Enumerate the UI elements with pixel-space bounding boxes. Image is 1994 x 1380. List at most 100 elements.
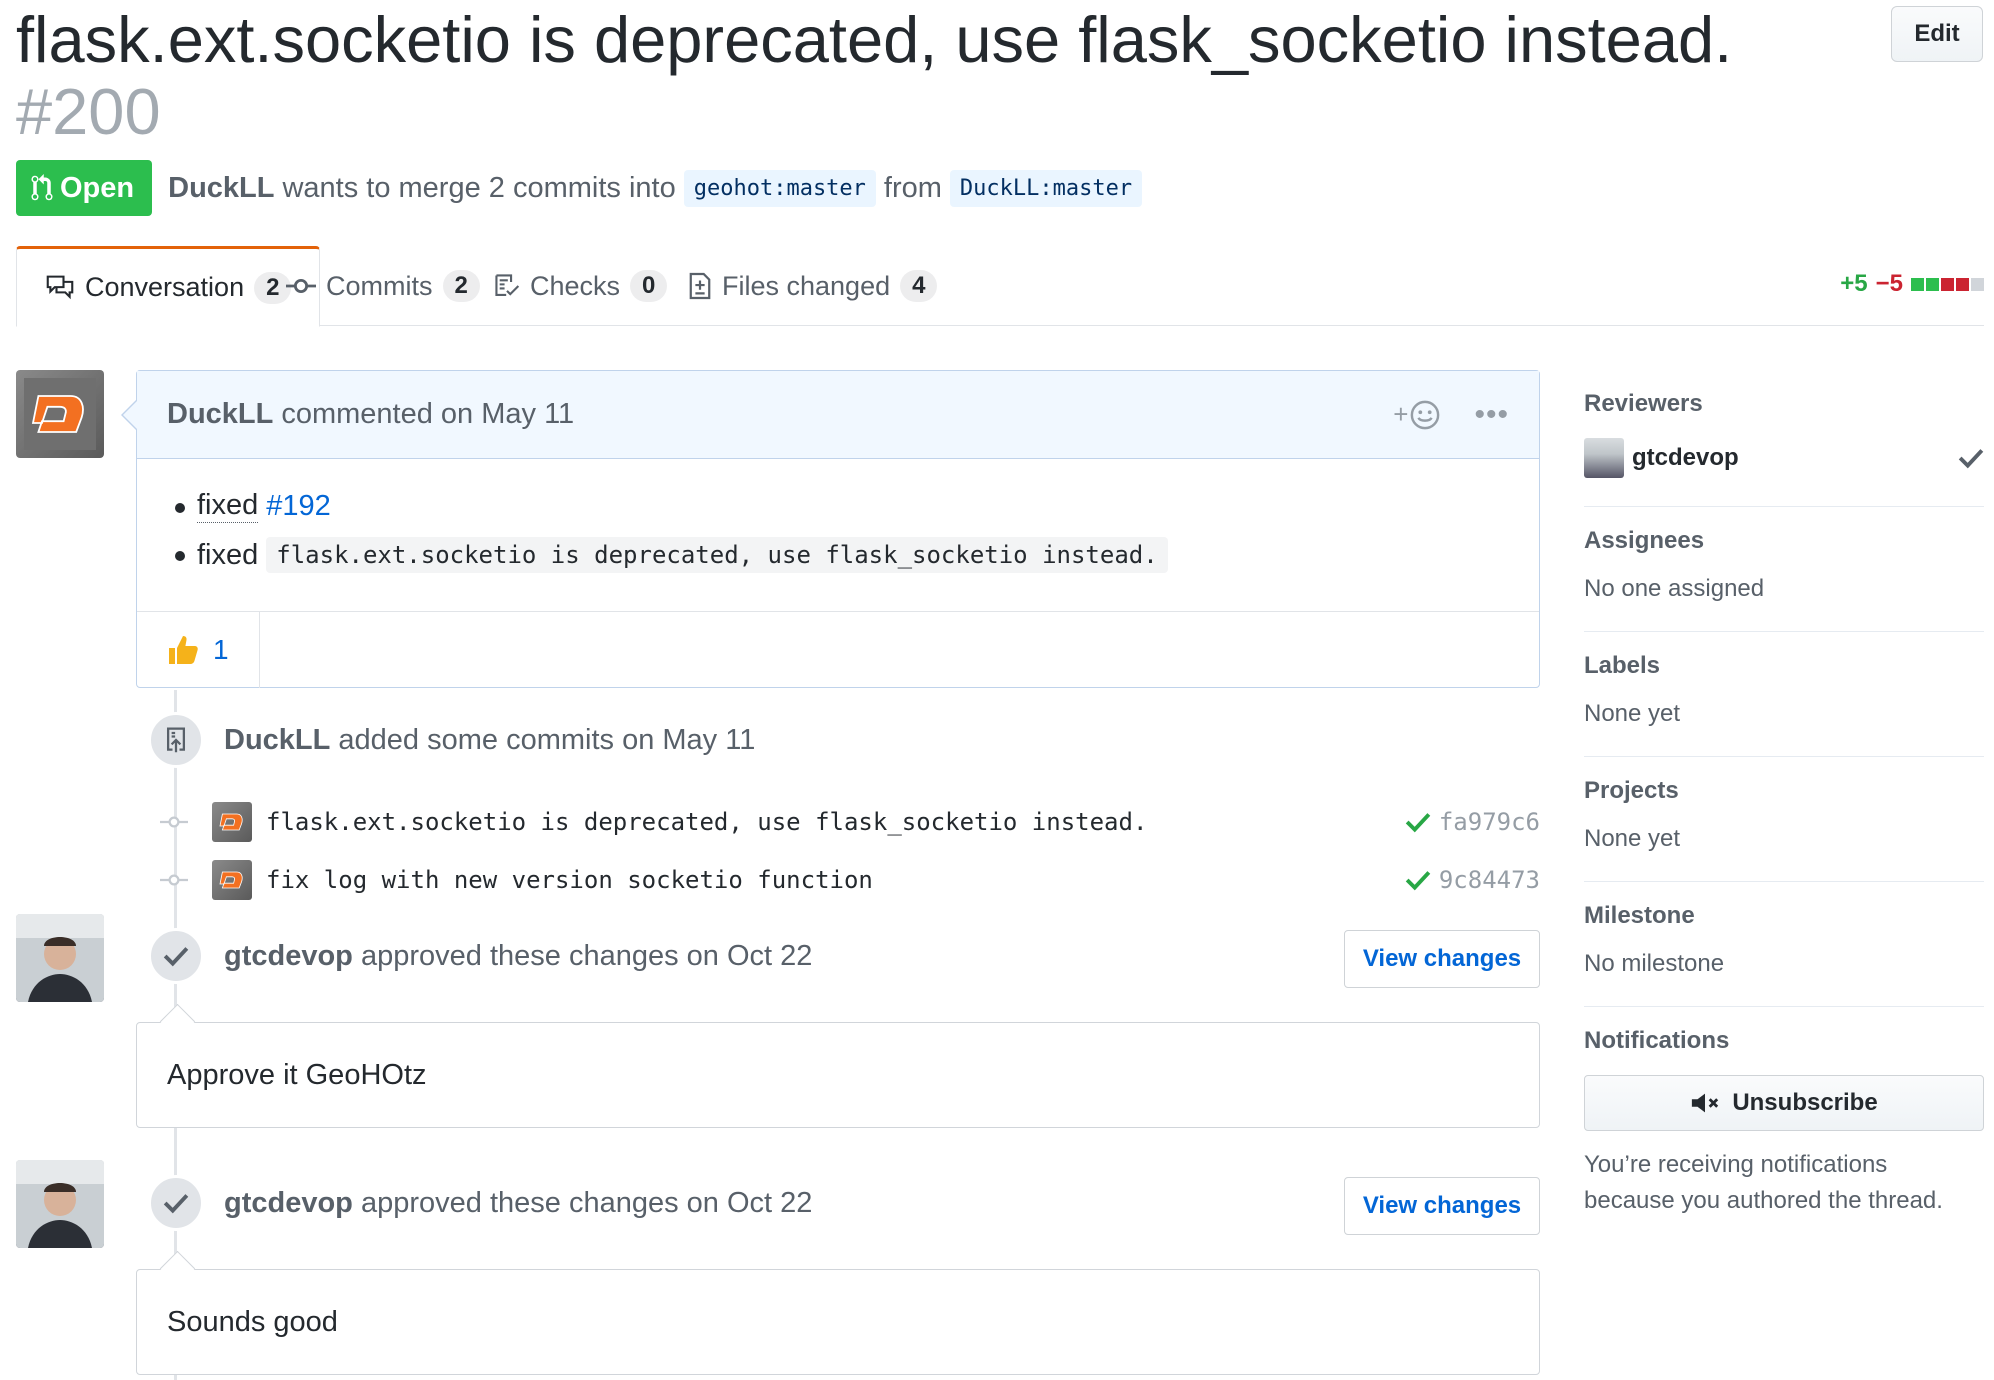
head-branch[interactable]: DuckLL:master	[949, 169, 1143, 207]
pr-title-text: flask.ext.socketio is deprecated, use fl…	[16, 3, 1733, 76]
commit-message[interactable]: fix log with new version socketio functi…	[266, 866, 873, 894]
tab-commits-label: Commits	[326, 270, 433, 301]
repo-push-icon	[166, 727, 186, 753]
review-event: gtcdevop approved these changes on Oct 2…	[148, 928, 812, 984]
approved-badge	[148, 928, 204, 984]
commit-sha-link[interactable]: fa979c6	[1439, 808, 1540, 836]
labels-value: None yet	[1584, 700, 1681, 727]
unsubscribe-button[interactable]: Unsubscribe	[1584, 1075, 1984, 1131]
tab-files-changed-count: 4	[900, 270, 938, 302]
diff-icon	[689, 272, 711, 300]
duckll-logo-icon	[24, 378, 96, 450]
diffstat-blocks	[1911, 277, 1984, 291]
more-options-icon[interactable]: •••	[1474, 398, 1509, 432]
tab-files-changed[interactable]: Files changed 4	[688, 246, 938, 326]
diffstat: +5 −5	[1840, 270, 1984, 298]
tab-checks[interactable]: Checks 0	[494, 246, 668, 326]
review-author[interactable]: gtcdevop	[224, 940, 353, 972]
fixed-text: fixed	[197, 489, 259, 523]
tab-files-changed-label: Files changed	[722, 270, 891, 301]
commit-dot	[160, 815, 188, 829]
issue-link[interactable]: #192	[266, 490, 331, 523]
git-commit-icon	[286, 278, 316, 294]
reviewer-name[interactable]: gtcdevop	[1632, 444, 1739, 472]
approved-badge	[148, 1175, 204, 1231]
review-event: gtcdevop approved these changes on Oct 2…	[148, 1175, 812, 1231]
milestone-heading[interactable]: Milestone	[1584, 902, 1984, 930]
tab-commits-count: 2	[442, 270, 480, 302]
avatar-gtcdevop[interactable]	[16, 1160, 104, 1248]
avatar-duckll[interactable]	[16, 370, 104, 458]
inline-code: flask.ext.socketio is deprecated, use fl…	[266, 537, 1168, 573]
checklist-icon	[495, 274, 520, 296]
reviewer-avatar[interactable]	[1584, 438, 1624, 478]
pr-state-row: Open DuckLL wants to merge 2 commits int…	[16, 160, 1150, 216]
reviewers-heading[interactable]: Reviewers	[1584, 390, 1984, 418]
state-badge: Open	[16, 160, 153, 216]
check-icon[interactable]	[1405, 811, 1431, 833]
unsubscribe-label: Unsubscribe	[1732, 1089, 1878, 1116]
edit-button[interactable]: Edit	[1891, 6, 1983, 62]
duckll-logo-icon	[219, 813, 243, 831]
commit-row: flask.ext.socketio is deprecated, use fl…	[160, 798, 1540, 846]
git-commit-icon	[160, 816, 188, 828]
view-changes-button[interactable]: View changes	[1344, 930, 1540, 988]
repo-push-badge	[148, 712, 204, 768]
review-author[interactable]: gtcdevop	[224, 1187, 353, 1219]
commit-message[interactable]: flask.ext.socketio is deprecated, use fl…	[266, 808, 1147, 836]
commit-sha-link[interactable]: 9c84473	[1439, 866, 1540, 894]
avatar-gtcdevop[interactable]	[16, 914, 104, 1002]
tab-commits[interactable]: Commits 2	[286, 246, 480, 326]
diffstat-block	[1911, 277, 1924, 291]
reactions-bar: 1	[137, 611, 1539, 688]
review-body-text: Approve it GeoHOtz	[167, 1058, 427, 1091]
milestone-section: Milestone No milestone	[1584, 902, 1984, 1007]
notifications-heading: Notifications	[1584, 1027, 1730, 1054]
assignees-section: Assignees No one assigned	[1584, 527, 1984, 632]
labels-heading[interactable]: Labels	[1584, 652, 1984, 680]
tab-checks-label: Checks	[530, 270, 621, 301]
commits-event-text: DuckLL added some commits on May 11	[224, 724, 755, 757]
add-reaction-button[interactable]: +	[1393, 399, 1440, 430]
notification-reason: You’re receiving notifications because y…	[1584, 1151, 1943, 1214]
pr-tabs: Conversation 2 Commits 2 Checks 0 Files …	[16, 246, 1984, 327]
merge-text: wants to merge 2 commits into	[282, 171, 676, 204]
check-icon[interactable]	[1405, 869, 1431, 891]
state-label: Open	[60, 171, 135, 204]
comment-body: fixed #192 fixed flask.ext.socketio is d…	[137, 459, 1539, 611]
smiley-icon	[1411, 400, 1440, 429]
pr-author-link[interactable]: DuckLL	[168, 172, 274, 205]
projects-value: None yet	[1584, 825, 1681, 852]
commit-row: fix log with new version socketio functi…	[160, 856, 1540, 904]
duckll-logo-icon	[219, 871, 243, 889]
thumbs-up-reaction[interactable]: 1	[137, 611, 260, 688]
pr-title: flask.ext.socketio is deprecated, use fl…	[16, 4, 1816, 148]
comment-header: DuckLL commented on May 11 + •••	[121, 371, 1539, 459]
comment-author[interactable]: DuckLL	[167, 398, 273, 431]
commit-author-avatar[interactable]	[212, 860, 252, 900]
commits-event: DuckLL added some commits on May 11	[148, 712, 755, 768]
view-changes-button[interactable]: View changes	[1344, 1177, 1540, 1235]
milestone-value: No milestone	[1584, 950, 1725, 977]
list-item: fixed flask.ext.socketio is deprecated, …	[175, 537, 1479, 573]
review-description: approved these changes on Oct 22	[360, 939, 813, 972]
diffstat-deletions: −5	[1875, 270, 1903, 297]
projects-heading[interactable]: Projects	[1584, 777, 1984, 805]
comment-meta[interactable]: commented on May 11	[281, 398, 574, 431]
assignees-heading[interactable]: Assignees	[1584, 527, 1984, 555]
commit-author-avatar[interactable]	[212, 802, 252, 842]
fixed-text: fixed	[197, 538, 259, 571]
base-branch[interactable]: geohot:master	[683, 169, 876, 207]
reaction-count: 1	[213, 633, 229, 665]
check-icon	[163, 947, 189, 967]
check-icon	[1958, 449, 1984, 469]
thumbs-up-icon	[169, 635, 198, 664]
review-event-text: gtcdevop approved these changes on Oct 2…	[224, 940, 812, 973]
commit-sha: fa979c6	[1405, 808, 1540, 836]
sidebar: Reviewers gtcdevop Assignees No one assi…	[1584, 390, 1984, 1219]
commits-event-author[interactable]: DuckLL	[224, 724, 330, 756]
review-body: Approve it GeoHOtz	[136, 1022, 1540, 1128]
from-text: from	[883, 171, 942, 204]
reviewer-item: gtcdevop	[1584, 438, 1984, 478]
tab-conversation[interactable]: Conversation 2	[16, 246, 321, 327]
